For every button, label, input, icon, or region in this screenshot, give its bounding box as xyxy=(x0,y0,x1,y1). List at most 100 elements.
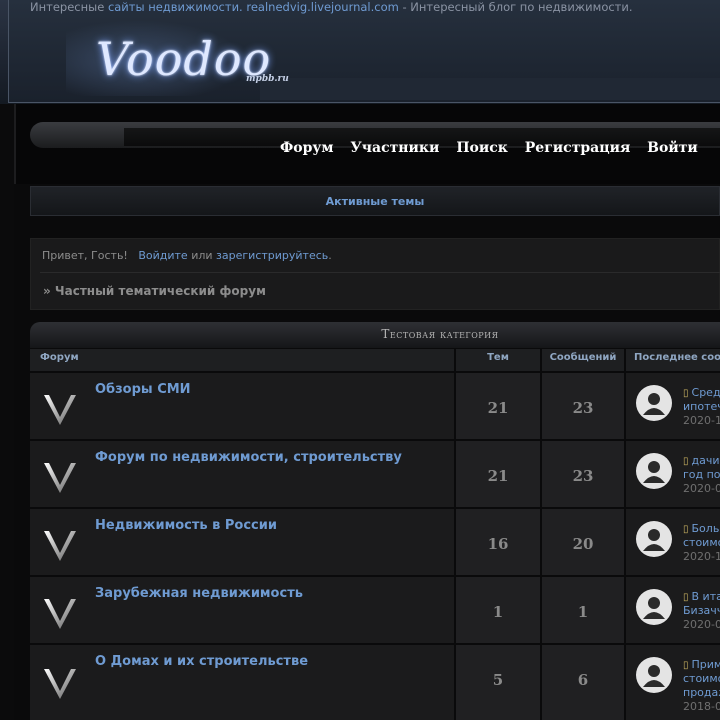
forum-row: Обзоры СМИ 21 23 ▯Средняя ставка по ипот… xyxy=(30,373,720,439)
last-post-line[interactable]: ипотечным кредитам xyxy=(683,400,720,414)
posts-cell: 6 xyxy=(542,645,624,720)
topics-count: 21 xyxy=(487,399,509,417)
posts-count: 20 xyxy=(572,535,594,553)
user-avatar xyxy=(636,589,672,625)
promo-link[interactable]: сайты недвижимости. realnedvig.livejourn… xyxy=(108,0,399,14)
forum-title-link[interactable]: О Домах и их строительстве xyxy=(95,654,308,669)
forum-cell: Недвижимость в России xyxy=(30,509,454,575)
posts-count: 23 xyxy=(572,399,594,417)
column-posts: Сообщений xyxy=(542,349,624,371)
default-avatar-icon xyxy=(643,597,665,619)
topics-count: 16 xyxy=(487,535,509,553)
forum-row: Недвижимость в России 16 20 ▯Большинство… xyxy=(30,509,720,575)
last-post-line[interactable]: продажа xyxy=(683,686,720,700)
forum-row: Зарубежная недвижимость 1 1 ▯В италии Би… xyxy=(30,577,720,643)
nav-register[interactable]: Регистрация xyxy=(525,140,631,156)
posts-cell: 23 xyxy=(542,373,624,439)
forum-v-icon xyxy=(44,463,76,493)
topic-icon: ▯ xyxy=(683,660,689,671)
promo-suffix: - Интересный блог по недвижимости. xyxy=(398,0,633,14)
last-post-line[interactable]: ▯Применение xyxy=(683,658,720,673)
last-post-line[interactable]: год под застройку xyxy=(683,468,720,482)
promo-text: Интересные сайты недвижимости. realnedvi… xyxy=(30,0,633,14)
forum-cell: О Домах и их строительстве xyxy=(30,645,454,720)
greeting-prefix: Привет, Гость! xyxy=(42,249,128,262)
last-post-line[interactable]: ▯дачи продажа xyxy=(683,454,720,469)
forum-title-link[interactable]: Недвижимость в России xyxy=(95,518,277,533)
column-topics: Тем xyxy=(456,349,540,371)
forum-v-icon xyxy=(44,599,76,629)
column-last-post: Последнее сообщение xyxy=(626,349,720,371)
header-stripe xyxy=(260,78,720,100)
last-post-cell: ▯В италии Бизачча 2020-0 xyxy=(626,577,720,643)
topics-count: 21 xyxy=(487,467,509,485)
posts-cell: 20 xyxy=(542,509,624,575)
topics-cell: 1 xyxy=(456,577,540,643)
forum-cell: Зарубежная недвижимость xyxy=(30,577,454,643)
last-post-line[interactable]: ▯Большинство xyxy=(683,522,720,537)
site-logo[interactable]: Voodoo xyxy=(96,34,271,84)
last-post-cell: ▯дачи продажа год под застройку 2020-0 xyxy=(626,441,720,507)
topics-cell: 16 xyxy=(456,509,540,575)
last-post-line[interactable]: ▯В италии xyxy=(683,590,720,605)
last-post-cell: ▯Применение стоимость продажа 2018-0 xyxy=(626,645,720,720)
topic-icon: ▯ xyxy=(683,524,689,535)
active-topics-link[interactable]: Активные темы xyxy=(31,195,719,208)
last-post-cell: ▯Большинство стоимость 2020-1 xyxy=(626,509,720,575)
forum-cell: Форум по недвижимости, строительству xyxy=(30,441,454,507)
nav-search[interactable]: Поиск xyxy=(456,140,508,156)
nav-login[interactable]: Войти xyxy=(647,140,698,156)
user-avatar xyxy=(636,521,672,557)
forum-title-link[interactable]: Форум по недвижимости, строительству xyxy=(95,450,402,465)
login-link[interactable]: Войдите xyxy=(138,249,187,262)
user-avatar xyxy=(636,453,672,489)
topic-icon: ▯ xyxy=(683,456,689,467)
active-topics-bar: Активные темы xyxy=(30,186,720,216)
default-avatar-icon xyxy=(643,461,665,483)
user-avatar xyxy=(636,385,672,421)
forum-v-icon xyxy=(44,395,76,425)
topics-cell: 21 xyxy=(456,373,540,439)
forum-title-link[interactable]: Зарубежная недвижимость xyxy=(95,586,303,601)
greeting-or: или xyxy=(191,249,213,262)
last-post-line[interactable]: стоимость xyxy=(683,672,720,686)
forum-v-icon xyxy=(44,669,76,699)
last-post-date: 2020-0 xyxy=(683,482,720,495)
topics-count: 5 xyxy=(492,671,504,689)
forum-v-icon xyxy=(44,531,76,561)
last-post-line[interactable]: Бизачча xyxy=(683,604,720,618)
posts-cell: 23 xyxy=(542,441,624,507)
topics-cell: 5 xyxy=(456,645,540,720)
logo-subtitle: mpbb.ru xyxy=(246,74,289,84)
greeting-divider xyxy=(40,272,720,273)
last-post-line[interactable]: ▯Средняя ставка по xyxy=(683,386,720,401)
category-title: Тестовая категория xyxy=(381,327,499,341)
register-link[interactable]: зарегистрируйтесь xyxy=(216,249,328,262)
promo-prefix: Интересные xyxy=(30,0,108,14)
column-forum: Форум xyxy=(30,349,454,371)
greeting-dot: . xyxy=(328,249,332,262)
posts-count: 6 xyxy=(577,671,589,689)
forum-row: О Домах и их строительстве 5 6 ▯Применен… xyxy=(30,645,720,720)
topics-cell: 21 xyxy=(456,441,540,507)
main-nav: Форум Участники Поиск Регистрация Войти xyxy=(280,140,710,156)
default-avatar-icon xyxy=(643,529,665,551)
forum-title-link[interactable]: Обзоры СМИ xyxy=(95,382,191,397)
nav-forum[interactable]: Форум xyxy=(280,140,334,156)
forum-row: Форум по недвижимости, строительству 21 … xyxy=(30,441,720,507)
nav-members[interactable]: Участники xyxy=(350,140,439,156)
last-post-date: 2020-1 xyxy=(683,550,720,563)
last-post-date: 2018-0 xyxy=(683,700,720,713)
default-avatar-icon xyxy=(643,393,665,415)
last-post-line[interactable]: стоимость xyxy=(683,536,720,550)
site-header: Интересные сайты недвижимости. realnedvi… xyxy=(0,0,720,104)
greeting: Привет, Гость! Войдите или зарегистрируй… xyxy=(42,249,332,262)
last-post-date: 2020-1 xyxy=(683,414,720,427)
user-avatar xyxy=(636,657,672,693)
last-post-cell: ▯Средняя ставка по ипотечным кредитам 20… xyxy=(626,373,720,439)
breadcrumb[interactable]: » Частный тематический форум xyxy=(43,284,266,298)
topic-icon: ▯ xyxy=(683,388,689,399)
forum-cell: Обзоры СМИ xyxy=(30,373,454,439)
default-avatar-icon xyxy=(643,665,665,687)
last-post-date: 2020-0 xyxy=(683,618,720,631)
